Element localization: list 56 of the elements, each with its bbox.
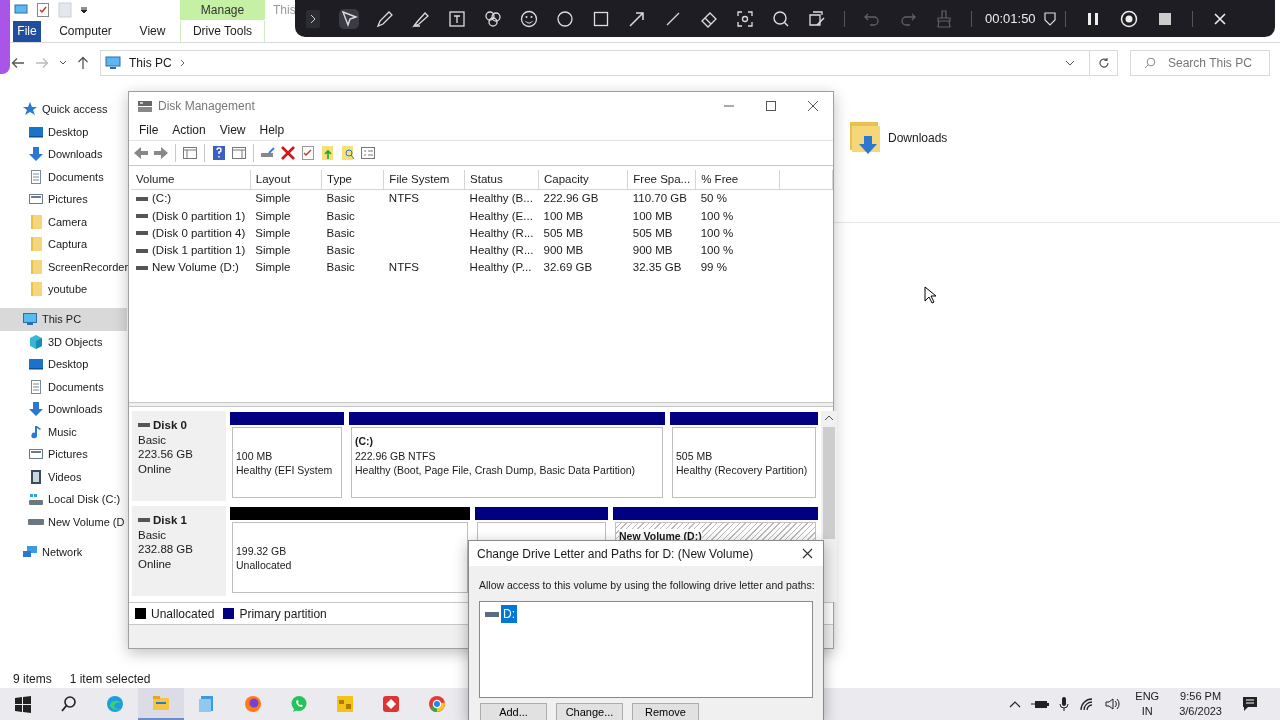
status-text: 9 items <box>13 671 52 688</box>
recording-timer: 00:01:50 <box>985 9 1036 28</box>
table-cell: NTFS <box>383 189 465 208</box>
table-cell-text: Healthy (R... <box>468 225 535 241</box>
table-cell-text: Simple <box>254 225 292 241</box>
table-cell-text: (C:) <box>152 191 172 207</box>
partition-text: Unallocated <box>236 558 292 573</box>
table-cell-text: 32.69 GB <box>542 260 594 276</box>
window-title: Disk Management <box>158 97 256 115</box>
table-cell-text: 100 MB <box>631 208 674 224</box>
table-cell: Healthy (B... <box>464 189 539 208</box>
partition-label: (C:) <box>355 434 374 449</box>
table-cell-text: Healthy (E... <box>468 208 534 224</box>
partition-text: Healthy (Recovery Partition) <box>676 463 808 478</box>
table-cell-text: NTFS <box>387 260 420 276</box>
table-cell-text: Simple <box>254 260 292 276</box>
table-cell-text: (Disk 0 partition 1) <box>152 208 246 224</box>
partition-text: 505 MB <box>676 448 713 463</box>
legend-label: Primary partition <box>239 605 327 623</box>
table-cell-text: 99 % <box>699 260 728 276</box>
table-cell-text: 32.35 GB <box>631 260 683 276</box>
table-cell-text: Simple <box>254 208 292 224</box>
table-cell-text: New Volume (D:) <box>152 260 239 276</box>
table-cell-text: Basic <box>325 260 356 276</box>
table-cell: Basic <box>321 189 384 208</box>
table-cell-text: Basic <box>325 208 356 224</box>
table-cell-text: (Disk 1 partition 1) <box>152 243 246 258</box>
status-text: 1 item selected <box>69 671 151 688</box>
table-cell: 110.70 GB <box>627 189 696 208</box>
table-cell-text: 100 MB <box>542 208 585 224</box>
table-cell: 222.96 GB <box>538 189 628 208</box>
dialog-title: Change Drive Letter and Paths for D: (New Volume) <box>477 545 755 563</box>
partition-text: 100 MB <box>236 448 273 463</box>
table-cell-text: Basic <box>325 225 356 241</box>
tab-group-label: Manage <box>180 0 265 20</box>
table-cell-text: 100 % <box>699 208 735 224</box>
legend-label: Unallocated <box>151 605 215 623</box>
table-cell-text: 900 MB <box>631 243 674 258</box>
table-cell-text: Simple <box>254 243 292 258</box>
table-cell-text: Healthy (P... <box>468 260 533 276</box>
table-cell-text: 100 % <box>699 243 735 258</box>
partition-text: Healthy (EFI System <box>236 463 333 478</box>
table-cell: 50 % <box>695 189 780 208</box>
window-title: This <box>273 2 296 19</box>
partition-text: 199.32 GB <box>236 543 287 558</box>
partition-text: Healthy (Boot, Page File, Crash Dump, Basic Data Partition) <box>355 463 636 478</box>
table-cell-text: 505 MB <box>631 225 674 241</box>
dialog-prompt: Allow access to this volume by using the following drive letter and paths: <box>479 578 816 593</box>
table-cell-text: 100 % <box>699 225 735 241</box>
table-cell-text: 900 MB <box>542 243 585 258</box>
table-cell-text: (Disk 0 partition 4) <box>152 225 246 241</box>
partition-text: 222.96 GB NTFS <box>355 448 436 463</box>
table-cell-text: Healthy (R... <box>468 243 535 258</box>
table-cell-text: Basic <box>325 243 356 258</box>
table-cell-text: 505 MB <box>542 225 585 241</box>
table-cell: Simple <box>250 189 322 208</box>
